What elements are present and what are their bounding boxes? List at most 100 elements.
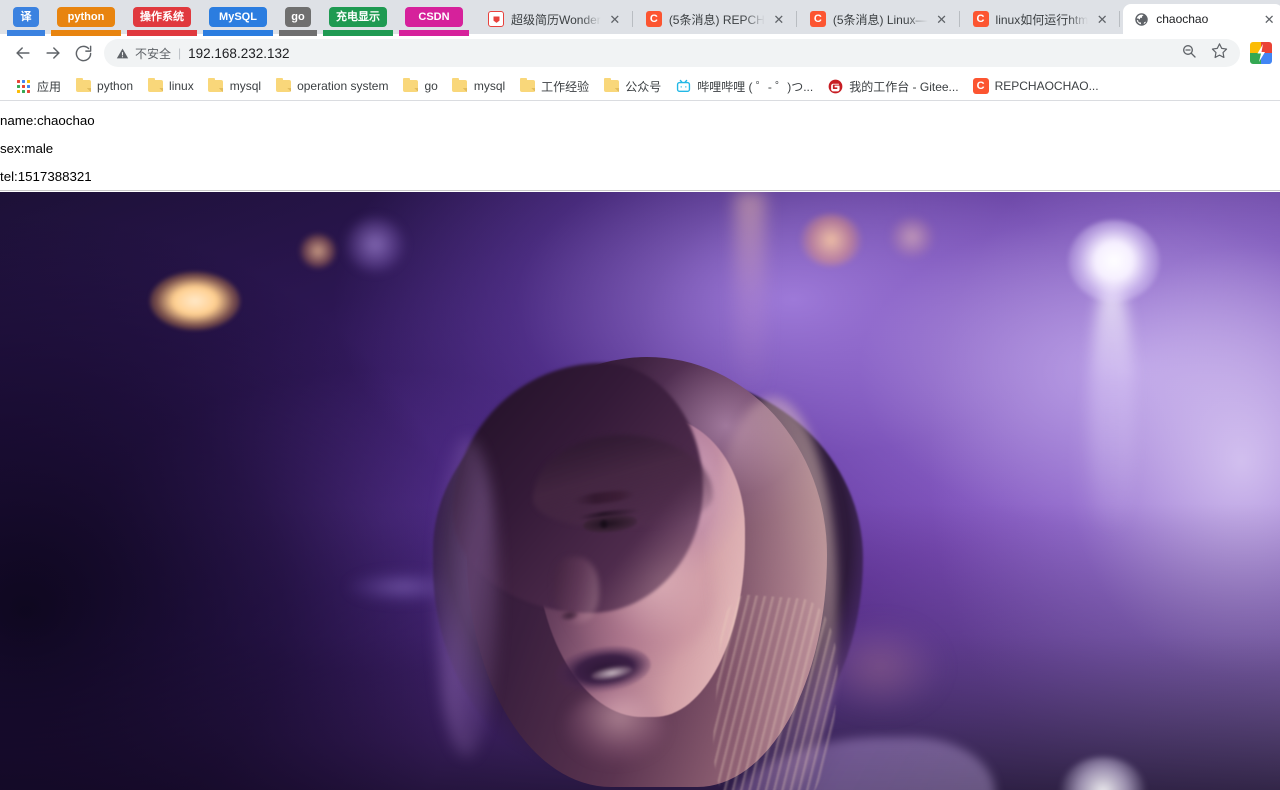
pinned-tab-label-python: python <box>57 7 115 27</box>
page-line-sex: sex:male <box>0 141 53 156</box>
omnibox-divider: | <box>178 46 181 60</box>
tab-strip: 译 python 操作系统 MySQL go 充电显示 CSDN 超级简历Wonder ✕ C (… <box>0 0 1280 34</box>
page-line-name: name:chaochao <box>0 113 95 128</box>
zoom-out-icon[interactable] <box>1181 43 1197 64</box>
page-content: name:chaochao sex:male tel:1517388321 <box>0 101 1280 790</box>
browser-tab-active[interactable]: chaochao ✕ <box>1123 4 1280 34</box>
pinned-tab-label-csdn: CSDN <box>405 7 463 27</box>
not-secure-warning-icon <box>116 47 129 60</box>
bookmark-label: 应用 <box>37 78 61 95</box>
pinned-tab-label-operating-system: 操作系统 <box>133 7 191 27</box>
security-status[interactable]: 不安全 <box>116 45 171 62</box>
forward-button[interactable] <box>38 38 68 68</box>
profile-avatar[interactable] <box>1250 42 1272 64</box>
url-text[interactable]: 192.168.232.132 <box>188 46 289 61</box>
browser-tab[interactable]: Clinux如何运行htm ✕ <box>963 4 1117 34</box>
folder-icon <box>402 78 418 94</box>
csdn-icon: C <box>973 11 989 27</box>
portrait-photo <box>0 192 1280 790</box>
bookmark-item[interactable]: 应用 <box>8 75 68 97</box>
bookmark-item[interactable]: 哔哩哔哩 ( ゜- ゜)つ... <box>668 75 820 97</box>
bookmark-label: linux <box>169 79 194 93</box>
reload-button[interactable] <box>68 38 98 68</box>
close-icon[interactable]: ✕ <box>771 11 787 27</box>
resume-icon <box>488 11 504 27</box>
folder-icon <box>603 78 619 94</box>
bookmarks-bar: 应用 python linux mysql operation system go mysq… <box>0 72 1280 101</box>
back-button[interactable] <box>8 38 38 68</box>
tabs-group: 超级简历Wonder ✕ C (5条消息) REPCH ✕ C (5条消息) Linux— ✕… <box>478 4 1280 34</box>
pinned-tab-underline <box>279 30 317 36</box>
folder-icon <box>75 78 91 94</box>
bookmark-label: python <box>97 79 133 93</box>
bookmark-item[interactable]: 我的工作台 - Gitee... <box>820 75 965 97</box>
close-icon[interactable]: ✕ <box>607 11 623 27</box>
browser-tab[interactable]: 超级简历Wonder ✕ <box>478 4 629 34</box>
folder-icon <box>519 78 535 94</box>
bookmark-item[interactable]: operation system <box>268 75 395 97</box>
pinned-tab-underline <box>203 30 273 36</box>
bookmark-item[interactable]: python <box>68 75 140 97</box>
pinned-tab-go[interactable]: go <box>276 2 320 32</box>
bookmark-item[interactable]: C REPCHAOCHAO... <box>966 75 1106 97</box>
apps-grid-icon <box>15 78 31 94</box>
pinned-tab-mysql[interactable]: MySQL <box>200 2 276 32</box>
pinned-tab-underline <box>7 30 45 36</box>
close-icon[interactable]: ✕ <box>1094 11 1110 27</box>
bookmark-item[interactable]: 工作经验 <box>512 75 596 97</box>
pinned-tab-underline <box>323 30 393 36</box>
address-bar[interactable]: 不安全 | 192.168.232.132 <box>104 39 1240 67</box>
bookmark-star-icon[interactable] <box>1211 42 1228 64</box>
pinned-tab-label-charge-display: 充电显示 <box>329 7 387 27</box>
bookmark-item[interactable]: 公众号 <box>596 75 668 97</box>
film-grain <box>0 192 1280 790</box>
csdn-icon: C <box>973 78 989 94</box>
pinned-tab-label-mysql: MySQL <box>209 7 267 27</box>
bookmark-item[interactable]: linux <box>140 75 201 97</box>
bookmark-label: 工作经验 <box>541 78 589 95</box>
pinned-tab-underline <box>51 30 121 36</box>
bookmark-item[interactable]: mysql <box>201 75 268 97</box>
csdn-icon: C <box>810 11 826 27</box>
tab-title: linux如何运行htm <box>996 11 1089 28</box>
pinned-tab-operating-system[interactable]: 操作系统 <box>124 2 200 32</box>
folder-icon <box>452 78 468 94</box>
close-icon[interactable]: ✕ <box>934 11 950 27</box>
browser-tab[interactable]: C (5条消息) Linux— ✕ <box>800 4 956 34</box>
gitee-icon <box>827 78 843 94</box>
pinned-tab-label-go: go <box>285 7 311 27</box>
pinned-tab-csdn[interactable]: CSDN <box>396 2 472 32</box>
tab-separator <box>1119 11 1120 27</box>
bookmark-label: 我的工作台 - Gitee... <box>849 78 958 95</box>
bookmark-label: REPCHAOCHAO... <box>995 79 1099 93</box>
pinned-tab-underline <box>127 30 197 36</box>
folder-icon <box>208 78 224 94</box>
pinned-tab-python[interactable]: python <box>48 2 124 32</box>
browser-window: 译 python 操作系统 MySQL go 充电显示 CSDN 超级简历Wonder ✕ C (… <box>0 0 1280 790</box>
pinned-tab-charge-display[interactable]: 充电显示 <box>320 2 396 32</box>
bookmark-label: mysql <box>230 79 261 93</box>
folder-icon <box>275 78 291 94</box>
pinned-tab-translate[interactable]: 译 <box>4 2 48 32</box>
horizontal-rule <box>0 190 1280 191</box>
browser-tab[interactable]: C(5条消息) REPCH✕ <box>636 4 793 34</box>
page-line-tel: tel:1517388321 <box>0 169 92 184</box>
security-text: 不安全 <box>135 45 171 62</box>
tab-separator <box>959 11 960 27</box>
tab-title: chaochao <box>1156 12 1255 26</box>
tab-title: (5条消息) REPCH <box>669 11 765 28</box>
tab-separator <box>632 11 633 27</box>
bilibili-icon <box>675 78 691 94</box>
pinned-tab-underline <box>399 30 469 36</box>
tab-title: 超级简历Wonder <box>511 11 601 28</box>
browser-toolbar: 不安全 | 192.168.232.132 <box>0 34 1280 72</box>
tab-title: (5条消息) Linux— <box>833 11 928 28</box>
bookmark-item[interactable]: go <box>395 75 444 97</box>
tab-separator <box>796 11 797 27</box>
bookmark-label: operation system <box>297 79 388 93</box>
pinned-tab-label-translate: 译 <box>13 7 39 27</box>
bookmark-item[interactable]: mysql <box>445 75 512 97</box>
bookmark-label: mysql <box>474 79 505 93</box>
close-icon[interactable]: ✕ <box>1261 11 1277 27</box>
pinned-tabs-group: 译 python 操作系统 MySQL go 充电显示 CSDN <box>4 0 472 34</box>
